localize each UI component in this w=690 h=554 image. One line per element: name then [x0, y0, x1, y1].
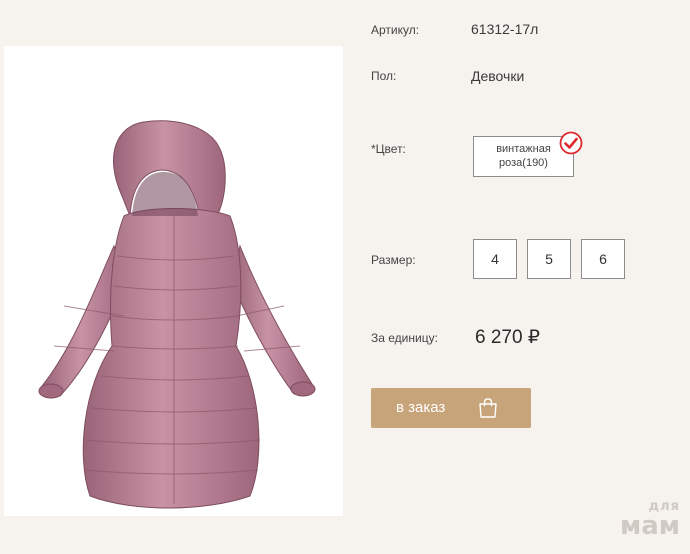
size-option-label: 4	[491, 251, 499, 267]
gender-value: Девочки	[471, 68, 525, 84]
article-label: Артикул:	[371, 23, 420, 37]
shopping-bag-icon	[479, 398, 497, 418]
color-option-label: винтажная роза(190)	[496, 143, 551, 169]
watermark-logo: для мам	[600, 500, 680, 539]
checkmark-circle-icon	[559, 131, 583, 155]
price-value: 6 270 ₽	[475, 327, 540, 348]
price-label: За единицу:	[371, 331, 438, 345]
article-value: 61312-17л	[471, 21, 539, 37]
gender-label: Пол:	[371, 69, 397, 83]
order-button-label: в заказ	[396, 399, 446, 416]
size-option-label: 5	[545, 251, 553, 267]
product-image	[4, 46, 343, 516]
size-option-5[interactable]: 5	[527, 239, 571, 279]
size-option-4[interactable]: 4	[473, 239, 517, 279]
size-option-label: 6	[599, 251, 607, 267]
watermark-line2: мам	[619, 511, 680, 541]
add-to-order-button[interactable]: в заказ	[371, 388, 531, 428]
size-label: Размер:	[371, 253, 416, 267]
color-label: *Цвет:	[371, 142, 406, 156]
size-option-6[interactable]: 6	[581, 239, 625, 279]
pink-coat-illustration	[38, 120, 316, 509]
